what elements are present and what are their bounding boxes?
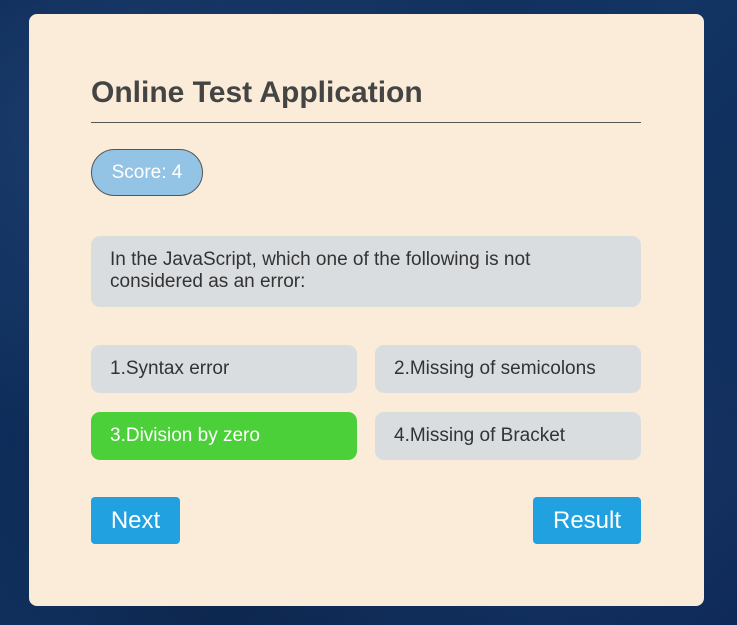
- option-label: 1.Syntax error: [110, 358, 230, 379]
- quiz-card: Online Test Application Score: 4 In the …: [29, 14, 704, 606]
- option-label: 3.Division by zero: [110, 425, 260, 446]
- question-text: In the JavaScript, which one of the foll…: [91, 236, 641, 307]
- option-label: 2.Missing of semicolons: [394, 358, 596, 379]
- score-badge: Score: 4: [91, 149, 203, 196]
- option-4[interactable]: 4.Missing of Bracket: [375, 412, 641, 460]
- option-2[interactable]: 2.Missing of semicolons: [375, 345, 641, 393]
- result-button[interactable]: Result: [533, 497, 641, 544]
- page-title: Online Test Application: [91, 76, 423, 109]
- title-divider: [91, 122, 641, 123]
- option-1[interactable]: 1.Syntax error: [91, 345, 357, 393]
- option-3[interactable]: 3.Division by zero: [91, 412, 357, 460]
- next-button[interactable]: Next: [91, 497, 180, 544]
- option-label: 4.Missing of Bracket: [394, 425, 566, 446]
